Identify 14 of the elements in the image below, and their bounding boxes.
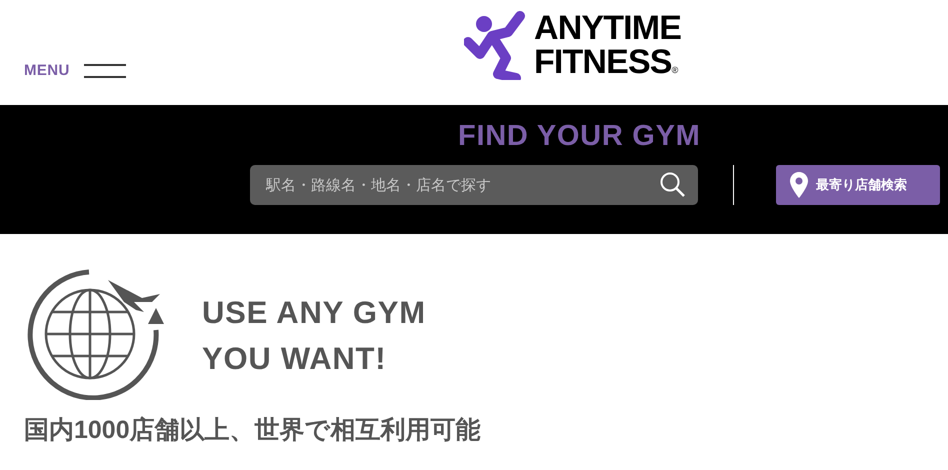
headline: YOU WANT! xyxy=(202,340,388,378)
runner-icon xyxy=(464,10,528,80)
logo-text: FITNESS® xyxy=(534,45,679,79)
logo[interactable]: ANYTIME FITNESS® xyxy=(464,10,682,80)
nearby-search-button[interactable]: 最寄り店舗検索 xyxy=(776,165,940,205)
finder-title: FIND YOUR GYM xyxy=(458,119,702,153)
menu-button[interactable]: MENU xyxy=(24,60,126,82)
location-pin-icon xyxy=(790,172,808,198)
search-field[interactable]: 駅名・路線名・地名・店名で探す xyxy=(250,165,698,205)
headline: USE ANY GYM xyxy=(202,294,426,332)
subtitle: 国内1000店舗以上、世界で相互利用可能 xyxy=(24,415,482,446)
menu-icon xyxy=(84,62,126,80)
search-icon[interactable] xyxy=(660,172,686,198)
logo-text: ANYTIME xyxy=(534,11,682,45)
